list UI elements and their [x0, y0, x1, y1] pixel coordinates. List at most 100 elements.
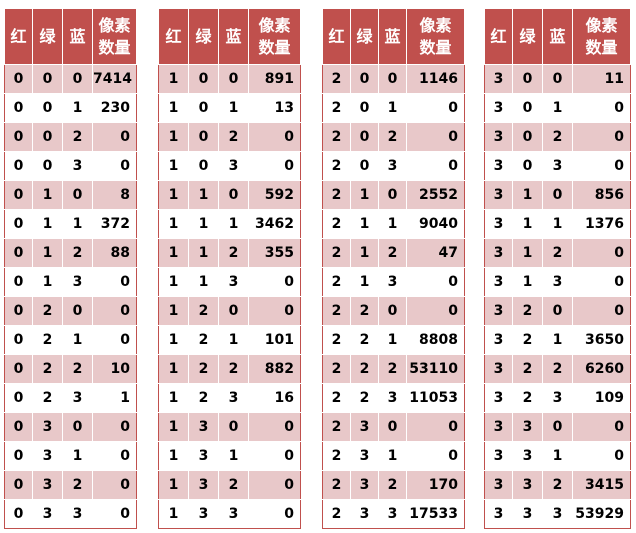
cell-green: 1	[350, 267, 379, 297]
table-row: 2 3 3 17533	[322, 499, 465, 529]
cell-pixel-count: 0	[572, 238, 631, 268]
cell-red: 1	[158, 499, 189, 529]
cell-blue: 2	[542, 238, 573, 268]
table-row: 2 3 2 170	[322, 470, 465, 500]
cell-red: 3	[484, 354, 513, 384]
cell-pixel-count: 0	[572, 151, 631, 181]
cell-pixel-count: 592	[248, 180, 301, 210]
cell-blue: 2	[62, 238, 93, 268]
cell-red: 0	[4, 180, 33, 210]
header-green: 绿	[512, 8, 543, 65]
cell-pixel-count: 8808	[406, 325, 465, 355]
cell-green: 2	[350, 354, 379, 384]
cell-blue: 2	[378, 122, 407, 152]
cell-green: 2	[188, 296, 219, 326]
cell-green: 2	[512, 296, 543, 326]
table-row: 3 2 1 3650	[484, 325, 631, 355]
cell-pixel-count: 0	[406, 296, 465, 326]
cell-pixel-count: 856	[572, 180, 631, 210]
cell-red: 1	[158, 93, 189, 123]
cell-red: 3	[484, 470, 513, 500]
header-green: 绿	[188, 8, 219, 65]
header-blue: 蓝	[542, 8, 573, 65]
cell-blue: 1	[542, 325, 573, 355]
cell-green: 3	[188, 499, 219, 529]
cell-pixel-count: 7414	[92, 64, 137, 94]
cell-red: 3	[484, 412, 513, 442]
cell-blue: 3	[62, 151, 93, 181]
header-green: 绿	[350, 8, 379, 65]
table-row: 0108	[4, 180, 137, 210]
cell-red: 0	[4, 412, 33, 442]
cell-blue: 3	[378, 383, 407, 413]
cell-green: 3	[350, 412, 379, 442]
table-row: 0300	[4, 412, 137, 442]
table-row: 1 1 1 3462	[158, 209, 301, 239]
cell-green: 3	[188, 412, 219, 442]
cell-red: 0	[4, 238, 33, 268]
table-row: 3 1 0 856	[484, 180, 631, 210]
cell-green: 1	[32, 209, 63, 239]
cell-green: 3	[512, 441, 543, 471]
table-row: 0 1 1 372	[4, 209, 137, 239]
table-row: 1320	[158, 470, 301, 500]
cell-pixel-count: 0	[92, 296, 137, 326]
cell-pixel-count: 9040	[406, 209, 465, 239]
cell-green: 3	[512, 412, 543, 442]
cell-blue: 3	[62, 499, 93, 529]
table-row: 3 2 2 6260	[484, 354, 631, 384]
table-row: 1 1 0 592	[158, 180, 301, 210]
cell-green: 1	[512, 238, 543, 268]
table-row: 3 2 3 109	[484, 383, 631, 413]
cell-green: 2	[512, 354, 543, 384]
cell-blue: 2	[62, 354, 93, 384]
cell-green: 1	[350, 238, 379, 268]
cell-blue: 1	[62, 441, 93, 471]
cell-pixel-count: 0	[248, 499, 301, 529]
cell-green: 1	[188, 209, 219, 239]
cell-red: 1	[158, 238, 189, 268]
table-row: 0030	[4, 151, 137, 181]
cell-green: 3	[188, 470, 219, 500]
cell-green: 2	[188, 354, 219, 384]
cell-blue: 0	[542, 296, 573, 326]
cell-green: 1	[512, 209, 543, 239]
cell-red: 2	[322, 470, 351, 500]
table-row: 0231	[4, 383, 137, 413]
cell-red: 1	[158, 209, 189, 239]
header-pixel-count: 像素 数量	[572, 8, 631, 65]
cell-pixel-count: 0	[92, 499, 137, 529]
cell-blue: 1	[218, 325, 249, 355]
cell-blue: 0	[62, 296, 93, 326]
cell-green: 0	[32, 93, 63, 123]
cell-pixel-count: 891	[248, 64, 301, 94]
cell-red: 2	[322, 209, 351, 239]
cell-green: 3	[512, 470, 543, 500]
cell-pixel-count: 0	[572, 412, 631, 442]
cell-blue: 1	[218, 441, 249, 471]
cell-blue: 1	[378, 209, 407, 239]
pixel-count-table-r2: 红 绿 蓝 像素 数量 2 0 0 1146 2 0 1 0 2 0 2 0 2 0 3 0 2 1 0 2552 2 1…	[322, 8, 465, 529]
cell-pixel-count: 0	[406, 93, 465, 123]
cell-blue: 2	[542, 354, 573, 384]
cell-red: 3	[484, 64, 513, 94]
cell-pixel-count: 1146	[406, 64, 465, 94]
table-row: 3 0 0 11	[484, 64, 631, 94]
cell-red: 3	[484, 383, 513, 413]
table-row: 1 2 3 16	[158, 383, 301, 413]
table-row: 2 1 0 2552	[322, 180, 465, 210]
cell-green: 2	[350, 325, 379, 355]
header-pixel-count: 像素 数量	[92, 8, 137, 65]
cell-blue: 0	[542, 180, 573, 210]
cell-pixel-count: 0	[572, 441, 631, 471]
table-row: 2010	[322, 93, 465, 123]
cell-blue: 3	[218, 267, 249, 297]
table-row: 3310	[484, 441, 631, 471]
cell-blue: 1	[218, 209, 249, 239]
cell-pixel-count: 0	[248, 470, 301, 500]
cell-red: 1	[158, 441, 189, 471]
cell-blue: 1	[542, 93, 573, 123]
cell-blue: 2	[62, 122, 93, 152]
cell-green: 3	[32, 441, 63, 471]
cell-pixel-count: 0	[92, 151, 137, 181]
